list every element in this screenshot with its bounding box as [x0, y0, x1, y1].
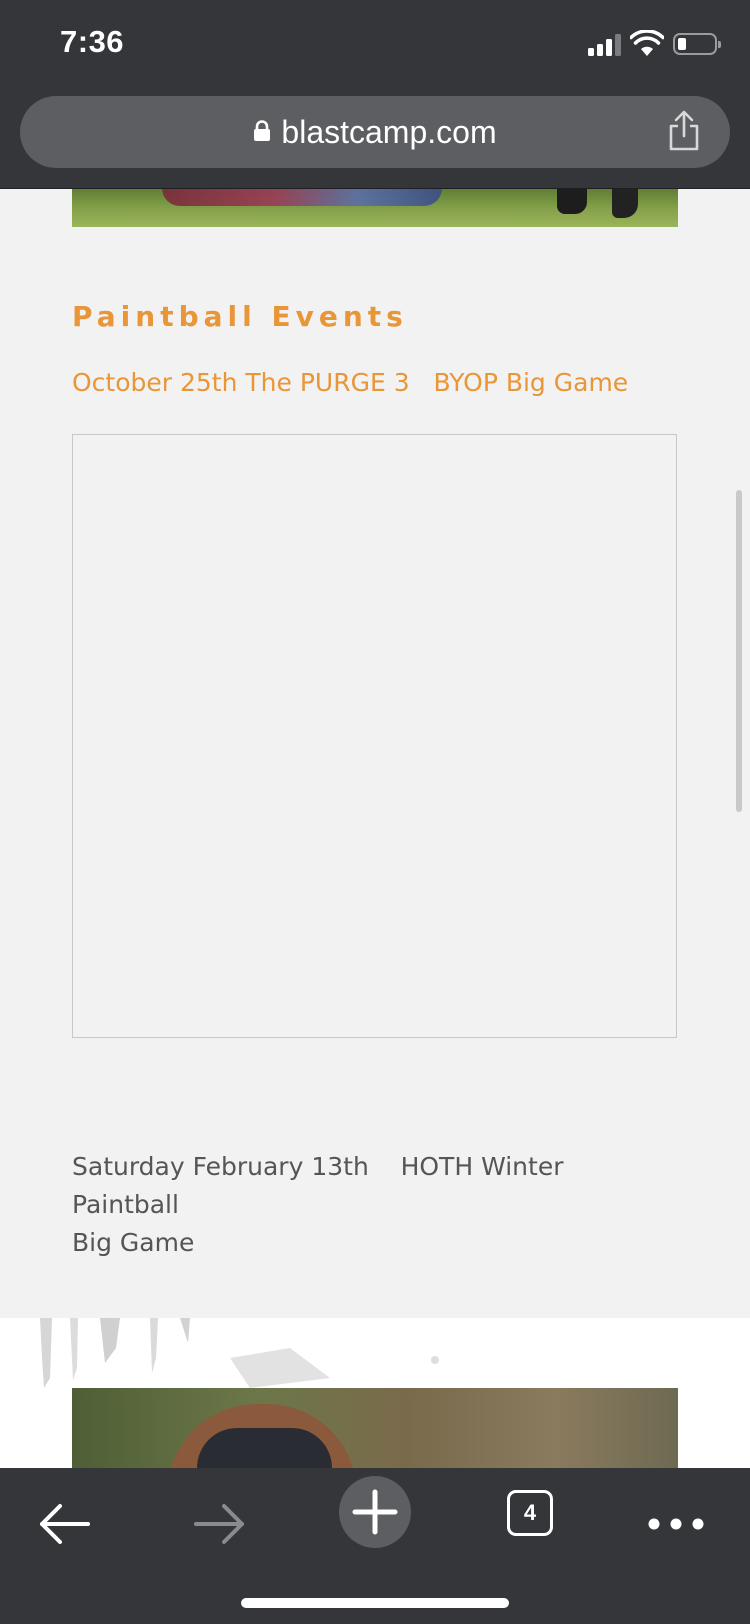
more-icon[interactable]: [640, 1488, 712, 1560]
lock-icon: [254, 120, 271, 141]
url-bar[interactable]: blastcamp.com: [20, 96, 730, 168]
browser-toolbar: 4: [0, 1468, 750, 1624]
event-text: Saturday February 13th HOTH Winter Paint…: [72, 1152, 564, 1257]
share-icon[interactable]: [666, 110, 702, 152]
battery-icon: [673, 33, 721, 55]
tabs-button[interactable]: 4: [507, 1490, 553, 1536]
browser-top-bar: 7:36 blastcamp.com: [0, 0, 750, 189]
back-icon[interactable]: [28, 1488, 100, 1560]
tab-count: 4: [523, 1500, 537, 1525]
new-tab-button[interactable]: [339, 1476, 411, 1548]
new-tab-icon: [352, 1489, 398, 1535]
forward-icon[interactable]: [184, 1488, 256, 1560]
scroll-indicator[interactable]: [736, 490, 742, 812]
paintball-photo-bottom: [72, 1388, 678, 1478]
paintball-photo-top: [72, 188, 678, 227]
home-indicator: [241, 1598, 509, 1608]
event-link[interactable]: October 25th The PURGE 3 BYOP Big Game: [72, 368, 628, 397]
url-text[interactable]: blastcamp.com: [281, 114, 496, 151]
paint-splatter-graphic: [40, 1318, 439, 1388]
web-page-content: Paintball Events October 25th The PURGE …: [0, 188, 750, 1518]
wifi-icon: [630, 30, 664, 56]
embedded-content-frame[interactable]: [72, 434, 677, 1038]
section-title: Paintball Events: [72, 300, 408, 333]
signal-icon: [588, 34, 624, 56]
status-time: 7:36: [60, 24, 125, 59]
